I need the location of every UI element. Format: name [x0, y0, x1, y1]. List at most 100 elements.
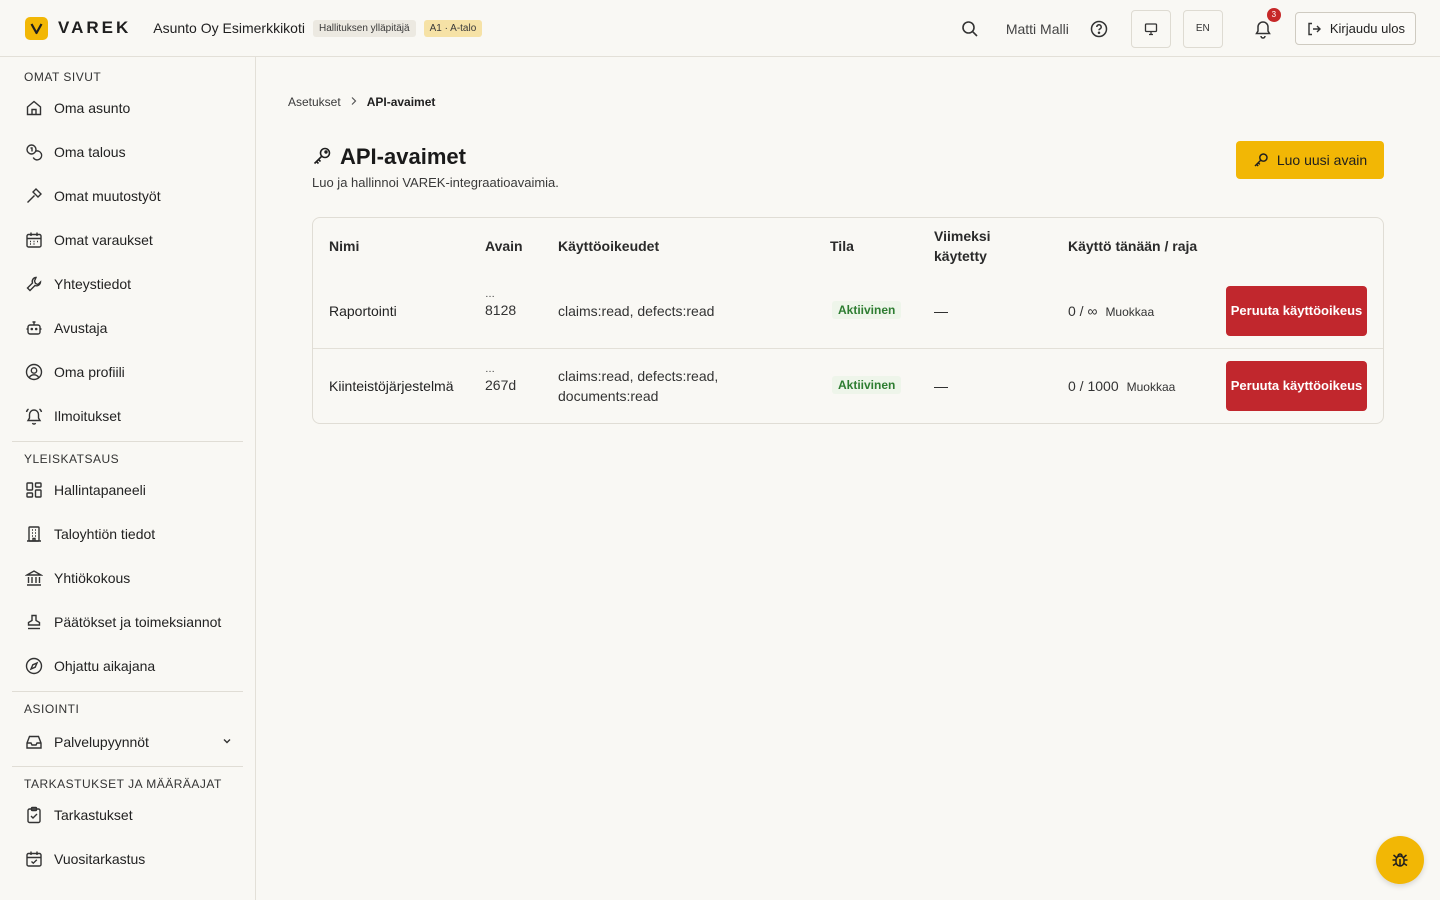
key-name: Raportointi	[329, 303, 397, 319]
column-header-name: Nimi	[329, 238, 360, 254]
sidebar-item-omat-muutostyot[interactable]: Omat muutostyöt	[0, 174, 255, 218]
hammer-icon	[24, 186, 44, 206]
edit-limit-link[interactable]: Muokkaa	[1127, 380, 1176, 394]
sidebar-item-yhtiokokous[interactable]: Yhtiökokous	[0, 556, 255, 600]
calendar-check-icon	[24, 849, 44, 869]
sidebar-item-ilmoitukset[interactable]: Ilmoitukset	[0, 394, 255, 438]
column-header-key: Avain	[485, 238, 523, 254]
edit-limit-link[interactable]: Muokkaa	[1105, 305, 1154, 319]
chevron-down-icon[interactable]	[221, 734, 233, 750]
sidebar-item-paatokset[interactable]: Päätökset ja toimeksiannot	[0, 600, 255, 644]
sidebar-item-oma-profiili[interactable]: Oma profiili	[0, 350, 255, 394]
monitor-icon	[1144, 22, 1157, 35]
key-mask-dots: …	[485, 364, 495, 375]
sidebar-item-label: Ilmoitukset	[54, 408, 121, 424]
language-button[interactable]: EN	[1182, 9, 1223, 48]
usage-cell: 0 / 1000 Muokkaa	[1068, 376, 1175, 397]
bell-ring-icon	[24, 406, 44, 426]
bug-icon	[1392, 853, 1408, 867]
notifications-button[interactable]: 3	[1251, 7, 1281, 41]
sidebar-divider	[12, 766, 243, 767]
help-icon[interactable]	[1087, 17, 1111, 41]
key-suffix: 8128	[485, 302, 517, 318]
sidebar-item-yhteystiedot[interactable]: Yhteystiedot	[0, 262, 255, 306]
bell-icon	[1255, 20, 1271, 39]
unit-badge: A1 · A-talo	[423, 19, 483, 37]
sidebar-item-avustaja[interactable]: Avustaja	[0, 306, 255, 350]
key-masked: … 8128	[485, 290, 516, 320]
sidebar-item-label: Oma profiili	[54, 364, 125, 380]
column-header-usage: Käyttö tänään / raja	[1068, 238, 1198, 254]
inbox-icon	[24, 732, 44, 752]
sidebar-item-vuositarkastus[interactable]: Vuositarkastus	[0, 837, 255, 881]
table-row: Kiinteistöjärjestelmä … 267d claims:read…	[313, 349, 1383, 424]
sidebar-item-label: Vuositarkastus	[54, 851, 146, 867]
clipboard-check-icon	[24, 805, 44, 825]
sidebar-item-ohjattu-aikajana[interactable]: Ohjattu aikajana	[0, 644, 255, 688]
logout-icon	[1308, 22, 1321, 35]
sidebar-item-taloyhtion-tiedot[interactable]: Taloyhtiön tiedot	[0, 512, 255, 556]
last-used-value: —	[934, 303, 948, 319]
key-mask-dots: …	[485, 289, 495, 300]
table-row: Raportointi … 8128 claims:read, defects:…	[313, 274, 1383, 349]
key-scopes: claims:read, defects:read	[558, 303, 715, 319]
sidebar-item-oma-talous[interactable]: Oma talous	[0, 130, 255, 174]
notification-count-badge: 3	[1266, 7, 1281, 22]
user-circle-icon	[24, 362, 44, 382]
sidebar-item-label: Tarkastukset	[54, 807, 133, 823]
sidebar-item-label: Oma talous	[54, 144, 126, 160]
revoke-access-button[interactable]: Peruuta käyttöoikeus	[1226, 286, 1367, 336]
main-content: Asetukset API-avaimet API-avaimet Luo ja…	[256, 57, 1440, 900]
bug-report-button[interactable]	[1376, 836, 1424, 884]
page-title: API-avaimet	[340, 144, 466, 169]
section-title-yleiskatsaus: YLEISKATSAUS	[24, 452, 120, 466]
sidebar-item-label: Omat muutostyöt	[54, 188, 161, 204]
key-suffix: 267d	[485, 377, 517, 393]
sidebar-item-label: Palvelupyynnöt	[54, 734, 149, 750]
key-name: Kiinteistöjärjestelmä	[329, 378, 454, 394]
usage-cell: 0 / ∞ Muokkaa	[1068, 301, 1154, 322]
breadcrumb-current: API-avaimet	[366, 95, 436, 109]
top-bar: VAREK Asunto Oy Esimerkkikoti Hallitukse…	[0, 0, 1440, 57]
sidebar-item-hallintapaneeli[interactable]: Hallintapaneeli	[0, 468, 255, 512]
api-keys-table: Nimi Avain Käyttöoikeudet Tila Viimeksi …	[312, 217, 1384, 424]
sidebar-item-oma-asunto[interactable]: Oma asunto	[0, 86, 255, 130]
breadcrumb-parent[interactable]: Asetukset	[288, 95, 341, 109]
sidebar-item-palvelupyynnot[interactable]: Palvelupyynnöt	[0, 718, 255, 766]
section-title-omat-sivut: OMAT SIVUT	[24, 70, 102, 84]
key-scopes: claims:read, defects:read, documents:rea…	[558, 368, 719, 404]
display-mode-button[interactable]	[1130, 9, 1171, 48]
sidebar-divider	[12, 691, 243, 692]
usage-value: 0 / ∞	[1068, 303, 1098, 319]
breadcrumb: Asetukset API-avaimet	[288, 95, 435, 109]
logout-button[interactable]: Kirjaudu ulos	[1294, 12, 1416, 45]
search-icon[interactable]	[958, 17, 982, 41]
sidebar-divider	[12, 441, 243, 442]
column-header-last-used: Viimeksi käytetty	[934, 228, 991, 264]
key-icon	[1254, 153, 1268, 167]
coins-icon	[24, 142, 44, 162]
logo[interactable]: VAREK	[25, 16, 132, 40]
dashboard-icon	[24, 480, 44, 500]
page-header: API-avaimet	[312, 144, 466, 170]
create-key-button[interactable]: Luo uusi avain	[1236, 141, 1384, 179]
sidebar-item-label: Yhteystiedot	[54, 276, 132, 292]
column-header-scopes: Käyttöoikeudet	[558, 238, 660, 254]
user-name[interactable]: Matti Malli	[1006, 21, 1069, 37]
sidebar-item-label: Yhtiökokous	[54, 570, 131, 586]
calendar-icon	[24, 230, 44, 250]
building-icon	[24, 524, 44, 544]
bot-icon	[24, 318, 44, 338]
wrench-icon	[24, 274, 44, 294]
sidebar-item-omat-varaukset[interactable]: Omat varaukset	[0, 218, 255, 262]
landmark-icon	[24, 568, 44, 588]
logo-text: VAREK	[58, 18, 132, 37]
key-masked: … 267d	[485, 365, 516, 395]
sidebar-item-tarkastukset[interactable]: Tarkastukset	[0, 793, 255, 837]
column-header-status: Tila	[830, 238, 854, 254]
sidebar-item-label: Oma asunto	[54, 100, 131, 116]
role-badge: Hallituksen ylläpitäjä	[312, 19, 416, 37]
varek-logo-icon	[25, 16, 48, 40]
revoke-access-button[interactable]: Peruuta käyttöoikeus	[1226, 361, 1367, 411]
sidebar-item-label: Päätökset ja toimeksiannot	[54, 614, 222, 630]
